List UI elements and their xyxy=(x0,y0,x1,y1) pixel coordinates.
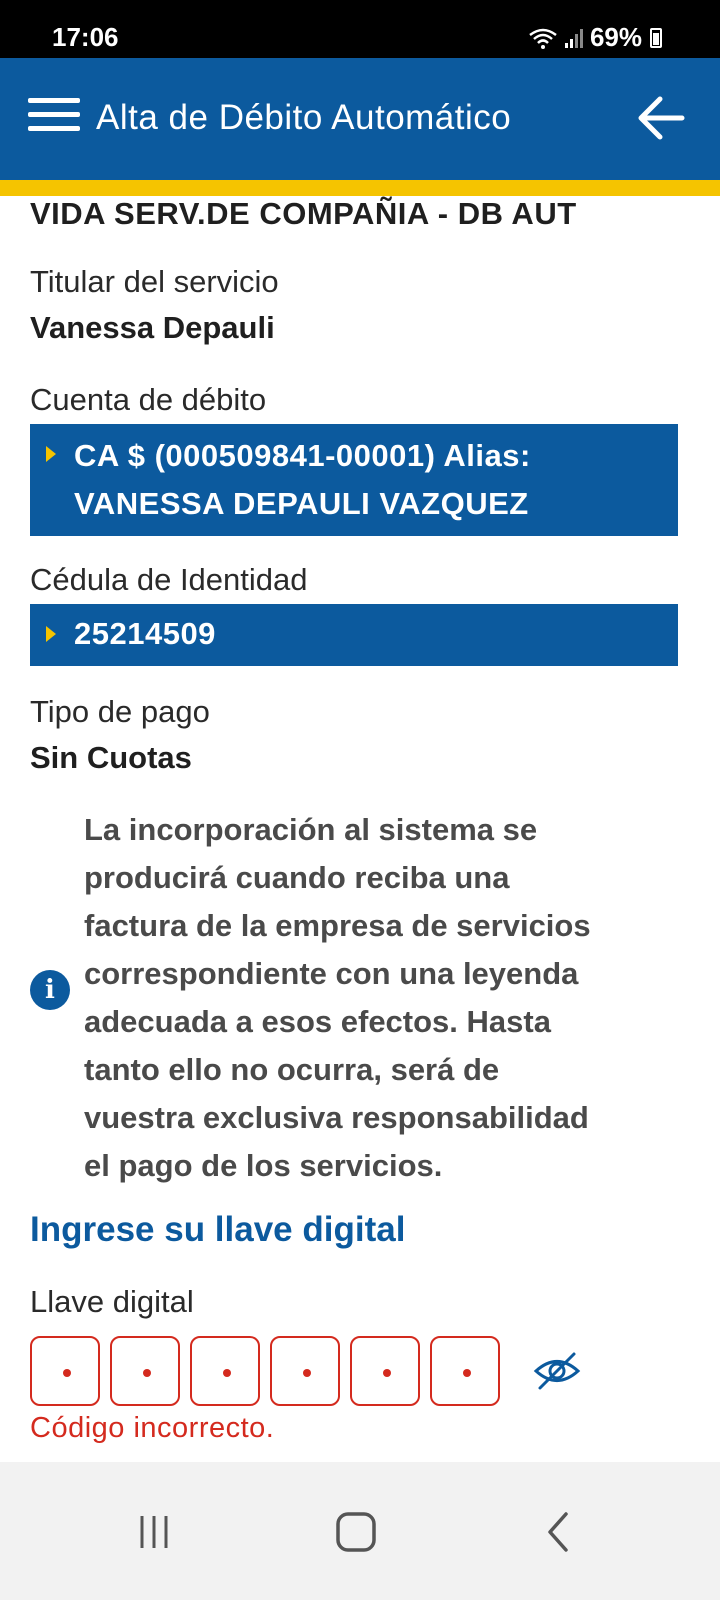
digital-key-digit-5[interactable] xyxy=(350,1336,420,1406)
caret-right-icon xyxy=(46,626,56,642)
digital-key-digit-2[interactable] xyxy=(110,1336,180,1406)
id-card-value: 25214509 xyxy=(74,616,216,651)
digital-key-digit-1[interactable] xyxy=(30,1336,100,1406)
id-card-label: Cédula de Identidad xyxy=(30,562,308,597)
info-line: correspondiente con una leyenda xyxy=(84,956,579,991)
status-indicators: 69% xyxy=(528,22,662,53)
arrow-left-icon[interactable] xyxy=(636,94,686,142)
account-line-1: CA $ (000509841-00001) Alias: xyxy=(74,438,531,473)
masked-digit xyxy=(63,1369,71,1377)
info-line: tanto ello no ocurra, será de xyxy=(84,1052,500,1087)
home-icon[interactable] xyxy=(316,1492,396,1572)
system-nav-bar xyxy=(0,1462,720,1600)
digital-key-section-title: Ingrese su llave digital xyxy=(30,1210,406,1249)
status-bar: 17:06 69% xyxy=(0,0,720,58)
account-line-2: VANESSA DEPAULI VAZQUEZ xyxy=(74,486,529,521)
masked-digit xyxy=(303,1369,311,1377)
digital-key-digit-3[interactable] xyxy=(190,1336,260,1406)
info-text: La incorporación al sistema se producirá… xyxy=(84,806,694,1190)
status-time: 17:06 xyxy=(52,22,119,52)
menu-icon[interactable] xyxy=(28,98,80,136)
digital-key-label: Llave digital xyxy=(30,1284,194,1319)
account-label: Cuenta de débito xyxy=(30,382,267,417)
account-select[interactable]: CA $ (000509841-00001) Alias: VANESSA DE… xyxy=(30,424,678,536)
masked-digit xyxy=(223,1369,231,1377)
info-line: vuestra exclusiva responsabilidad xyxy=(84,1100,589,1135)
digital-key-digit-6[interactable] xyxy=(430,1336,500,1406)
masked-digit xyxy=(463,1369,471,1377)
battery-icon xyxy=(650,27,662,48)
holder-value: Vanessa Depauli xyxy=(30,310,275,345)
info-line: producirá cuando reciba una xyxy=(84,860,510,895)
masked-digit xyxy=(143,1369,151,1377)
wifi-icon xyxy=(529,28,557,49)
error-message: Código incorrecto. xyxy=(30,1412,275,1444)
payment-type-label: Tipo de pago xyxy=(30,694,210,729)
service-name: VIDA SERV.DE COMPAÑIA - DB AUT xyxy=(30,196,577,231)
info-line: el pago de los servicios. xyxy=(84,1148,443,1183)
id-card-select[interactable]: 25214509 xyxy=(30,604,678,666)
masked-digit xyxy=(383,1369,391,1377)
info-icon: i xyxy=(30,970,70,1010)
digital-key-input xyxy=(30,1336,500,1406)
battery-percentage: 69% xyxy=(589,22,642,52)
signal-icon xyxy=(564,28,583,48)
page-title: Alta de Débito Automático xyxy=(96,98,512,137)
info-line: factura de la empresa de servicios xyxy=(84,908,591,943)
recent-apps-icon[interactable] xyxy=(114,1492,194,1572)
digital-key-digit-4[interactable] xyxy=(270,1336,340,1406)
app-bar-accent xyxy=(0,180,720,196)
caret-right-icon xyxy=(46,446,56,462)
payment-type-value: Sin Cuotas xyxy=(30,740,192,775)
back-nav-icon[interactable] xyxy=(518,1492,598,1572)
info-line: adecuada a esos efectos. Hasta xyxy=(84,1004,551,1039)
holder-label: Titular del servicio xyxy=(30,264,279,299)
info-line: La incorporación al sistema se xyxy=(84,812,538,847)
eye-off-icon[interactable] xyxy=(532,1346,582,1396)
